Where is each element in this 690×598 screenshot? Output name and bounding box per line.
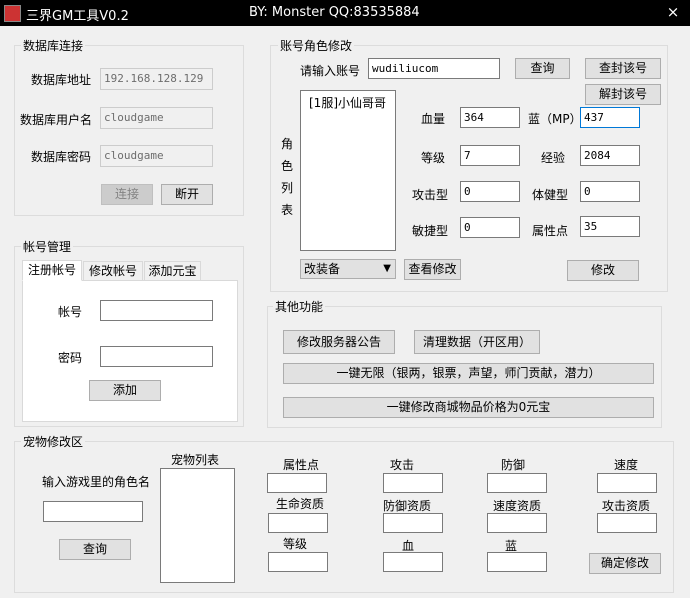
pet-defense-label: 防御 [501,458,526,472]
pet-level-label: 等级 [283,537,308,551]
pet-hp-input[interactable] [383,552,443,572]
attr-input[interactable]: 35 [580,216,640,237]
pet-life-aptitude-label: 生命资质 [276,497,325,511]
db-password-label: 数据库密码 [31,150,92,164]
unlimited-button[interactable]: 一键无限（银两，银票，声望，师门贡献，潜力） [283,363,654,384]
tab-add-yuanbao[interactable]: 添加元宝 [144,261,201,281]
role-query-button[interactable]: 查询 [515,58,570,79]
modify-notice-button[interactable]: 修改服务器公告 [283,330,395,354]
mp-input[interactable]: 437 [580,107,640,128]
agility-label: 敏捷型 [412,224,449,238]
role-listbox[interactable]: [1服]小仙哥哥 [300,90,396,251]
equip-select[interactable]: 改装备 ▼ [300,259,396,279]
level-input[interactable]: 7 [460,145,520,166]
pet-listbox[interactable] [160,468,235,583]
chevron-down-icon: ▼ [383,263,391,274]
pet-query-button[interactable]: 查询 [59,539,131,560]
pet-list-label: 宠物列表 [171,453,220,467]
mp-label: 蓝（MP） [528,112,582,126]
attack-type-input[interactable]: 0 [460,181,520,202]
title-bar: 三界GM工具V0.2 BY: Monster QQ:83535884 × [0,0,690,26]
close-icon[interactable]: × [662,2,684,22]
level-label: 等级 [421,151,446,165]
pet-attr-input[interactable] [267,473,327,493]
app-icon [4,5,21,22]
pet-speed-aptitude-input[interactable] [487,513,547,533]
pet-defense-aptitude-label: 防御资质 [383,499,432,513]
account-group-label: 帐号管理 [21,238,74,255]
pet-speed-input[interactable] [597,473,657,493]
db-user-label: 数据库用户名 [20,113,93,127]
other-group-label: 其他功能 [273,298,326,315]
hp-input[interactable]: 364 [460,107,520,128]
db-address-field[interactable]: 192.168.128.129 [100,68,213,90]
pet-attack-input[interactable] [383,473,443,493]
role-account-input[interactable]: wudiliucom [368,58,500,79]
pet-attack-aptitude-input[interactable] [597,513,657,533]
role-group-label: 账号角色修改 [278,37,355,54]
clear-data-button[interactable]: 清理数据（开区用） [414,330,540,354]
role-list-label: 角 色 列 表 [280,133,294,221]
pet-attack-label: 攻击 [390,458,415,472]
role-modify-button[interactable]: 修改 [567,260,639,281]
list-item[interactable]: [1服]小仙哥哥 [301,91,395,111]
add-account-button[interactable]: 添加 [89,380,161,401]
db-group-label: 数据库连接 [21,37,86,54]
pet-speed-label: 速度 [614,458,639,472]
db-user-field[interactable]: cloudgame [100,107,213,129]
db-password-field[interactable]: cloudgame [100,145,213,167]
ban-account-button[interactable]: 查封该号 [585,58,661,79]
pet-defense-aptitude-input[interactable] [383,513,443,533]
window-author: BY: Monster QQ:83535884 [249,5,420,20]
equip-select-value: 改装备 [304,262,341,276]
body-type-input[interactable]: 0 [580,181,640,202]
account-input[interactable] [100,300,213,321]
account-password-input[interactable] [100,346,213,367]
exp-input[interactable]: 2084 [580,145,640,166]
unban-account-button[interactable]: 解封该号 [585,84,661,105]
db-address-label: 数据库地址 [31,73,92,87]
account-password-label: 密码 [58,351,83,365]
role-account-label: 请输入账号 [300,64,361,78]
exp-label: 经验 [541,151,566,165]
role-list-label-char: 表 [280,203,293,217]
pet-role-input[interactable] [43,501,143,522]
pet-confirm-button[interactable]: 确定修改 [589,553,661,574]
tab-modify-account[interactable]: 修改帐号 [83,261,143,281]
pet-speed-aptitude-label: 速度资质 [493,499,542,513]
role-list-label-char: 角 [280,137,293,151]
pet-attack-aptitude-label: 攻击资质 [602,499,651,513]
shop-zero-price-button[interactable]: 一键修改商城物品价格为0元宝 [283,397,654,418]
disconnect-button[interactable]: 断开 [161,184,213,205]
pet-level-input[interactable] [268,552,328,572]
window-title: 三界GM工具V0.2 [26,9,129,24]
pet-defense-input[interactable] [487,473,547,493]
attack-type-label: 攻击型 [412,188,449,202]
connect-button[interactable]: 连接 [101,184,153,205]
body-type-label: 体健型 [532,188,569,202]
role-list-label-char: 色 [280,159,293,173]
role-list-label-char: 列 [280,181,293,195]
pet-life-aptitude-input[interactable] [268,513,328,533]
tab-register-account[interactable]: 注册帐号 [22,260,82,281]
pet-group-label: 宠物修改区 [21,433,86,450]
pet-role-label: 输入游戏里的角色名 [42,475,151,489]
pet-attr-label: 属性点 [283,458,320,472]
hp-label: 血量 [421,112,446,126]
pet-mp-input[interactable] [487,552,547,572]
attr-label: 属性点 [532,224,569,238]
view-modify-button[interactable]: 查看修改 [404,259,461,280]
agility-input[interactable]: 0 [460,217,520,238]
account-label: 帐号 [58,305,83,319]
